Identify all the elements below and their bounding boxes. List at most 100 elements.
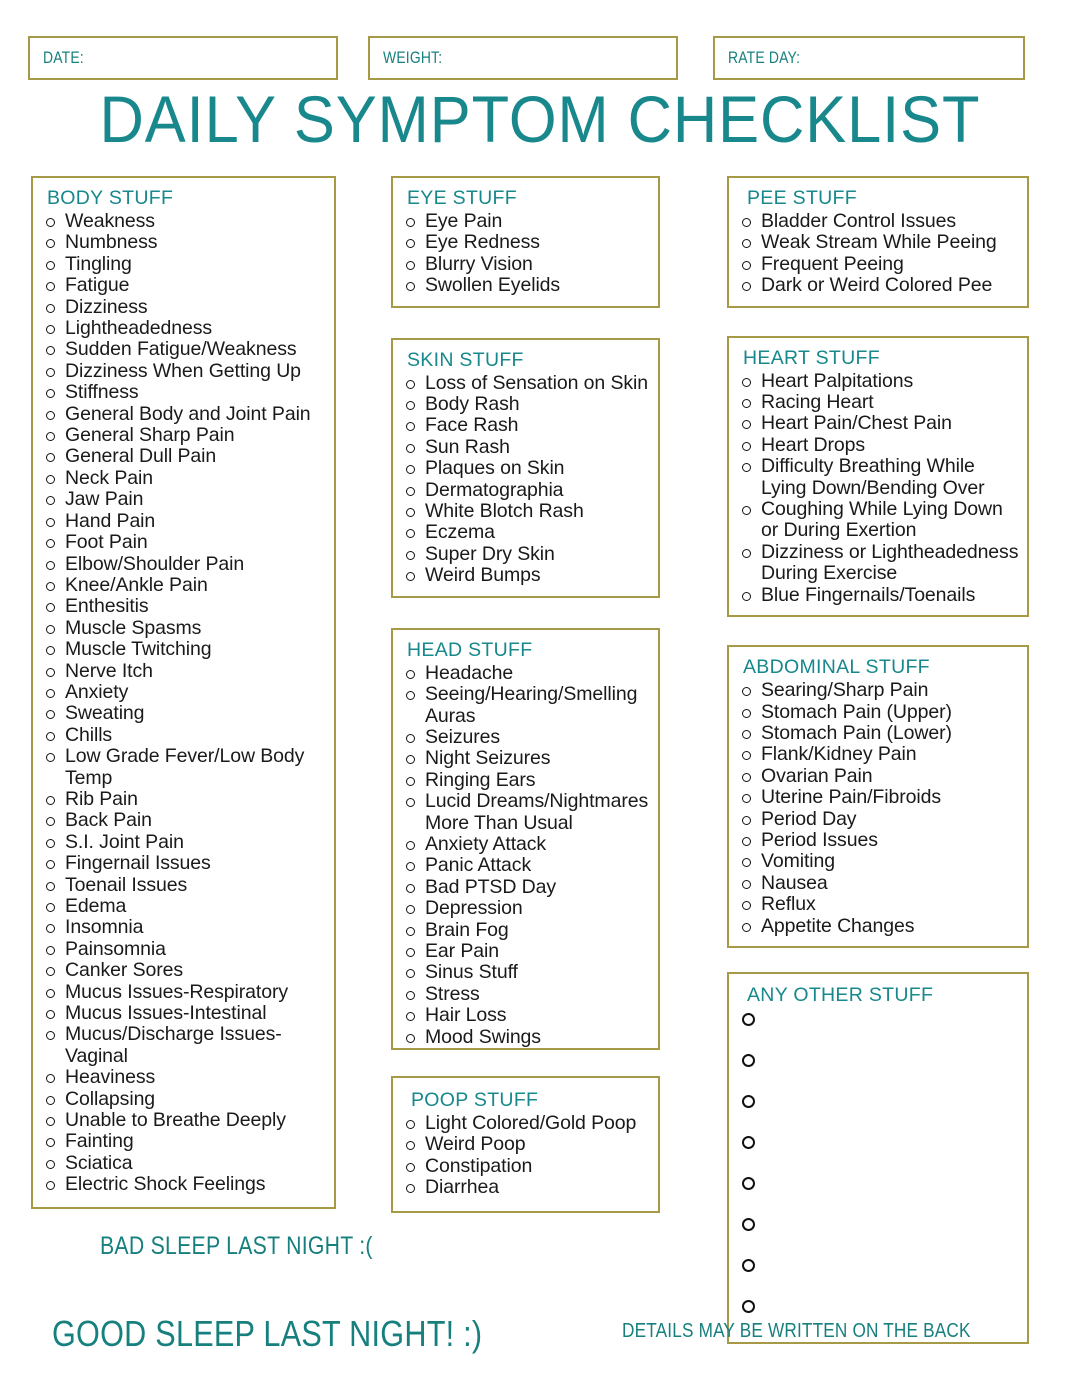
- checklist-item[interactable]: Night Seizures: [401, 747, 652, 769]
- checklist-item[interactable]: Anxiety: [41, 681, 328, 703]
- checklist-item[interactable]: Ear Pain: [401, 940, 652, 962]
- checklist-item[interactable]: Face Rash: [401, 415, 652, 436]
- checklist-item[interactable]: Low Grade Fever/Low Body Temp: [41, 746, 328, 789]
- checklist-item[interactable]: White Blotch Rash: [401, 500, 652, 522]
- checklist-item[interactable]: Painsomnia: [41, 938, 328, 960]
- checklist-item[interactable]: Eczema: [401, 522, 652, 543]
- checklist-item[interactable]: Numbness: [41, 231, 328, 253]
- blank-write-in-row[interactable]: [737, 1213, 1021, 1254]
- checklist-item[interactable]: Jaw Pain: [41, 488, 328, 510]
- checklist-item[interactable]: Heaviness: [41, 1066, 328, 1088]
- bad-sleep-label[interactable]: BAD SLEEP LAST NIGHT :(: [100, 1232, 373, 1261]
- checklist-item[interactable]: Heart Palpitations: [737, 370, 1021, 392]
- checklist-item[interactable]: Sciatica: [41, 1152, 328, 1174]
- checklist-item[interactable]: Light Colored/Gold Poop: [401, 1112, 652, 1134]
- checklist-item[interactable]: Dizziness: [41, 296, 328, 318]
- checklist-item[interactable]: Ringing Ears: [401, 769, 652, 791]
- checklist-item[interactable]: Ovarian Pain: [737, 765, 1021, 787]
- checklist-item[interactable]: Sun Rash: [401, 436, 652, 458]
- checklist-item[interactable]: General Body and Joint Pain: [41, 403, 328, 425]
- checklist-item[interactable]: Dermatographia: [401, 479, 652, 501]
- checklist-item[interactable]: Dark or Weird Colored Pee: [737, 274, 1021, 296]
- checklist-item[interactable]: Lucid Dreams/Nightmares More Than Usual: [401, 790, 652, 834]
- checklist-item[interactable]: Weird Bumps: [401, 564, 652, 586]
- checklist-item[interactable]: General Sharp Pain: [41, 424, 328, 446]
- checklist-item[interactable]: Blue Fingernails/Toenails: [737, 584, 1021, 606]
- checklist-item[interactable]: Rib Pain: [41, 788, 328, 810]
- checklist-item[interactable]: Reflux: [737, 893, 1021, 915]
- checklist-item[interactable]: Anxiety Attack: [401, 833, 652, 855]
- checklist-item[interactable]: Eye Pain: [401, 210, 652, 232]
- checklist-item[interactable]: Hand Pain: [41, 510, 328, 532]
- checklist-item[interactable]: Eye Redness: [401, 231, 652, 253]
- checklist-item[interactable]: Dizziness When Getting Up: [41, 360, 328, 382]
- checklist-item[interactable]: S.I. Joint Pain: [41, 831, 328, 853]
- checklist-item[interactable]: Mucus/Discharge Issues-Vaginal: [41, 1024, 328, 1067]
- weight-field[interactable]: WEIGHT:: [368, 36, 678, 80]
- checklist-item[interactable]: Flank/Kidney Pain: [737, 743, 1021, 765]
- checklist-item[interactable]: Blurry Vision: [401, 253, 652, 275]
- checklist-item[interactable]: Coughing While Lying Down or During Exer…: [737, 498, 1021, 542]
- checklist-item[interactable]: Dizziness or Lightheadedness During Exer…: [737, 541, 1021, 585]
- checklist-item[interactable]: Searing/Sharp Pain: [737, 679, 1021, 701]
- checklist-item[interactable]: Insomnia: [41, 916, 328, 938]
- checklist-item[interactable]: Knee/Ankle Pain: [41, 574, 328, 596]
- blank-write-in-row[interactable]: [737, 1090, 1021, 1131]
- checklist-item[interactable]: Hair Loss: [401, 1004, 652, 1026]
- checklist-item[interactable]: Bladder Control Issues: [737, 210, 1021, 232]
- checklist-item[interactable]: Elbow/Shoulder Pain: [41, 553, 328, 575]
- rate-day-field[interactable]: RATE DAY:: [713, 36, 1025, 80]
- checklist-item[interactable]: Edema: [41, 895, 328, 917]
- checklist-item[interactable]: Panic Attack: [401, 854, 652, 876]
- checklist-item[interactable]: Super Dry Skin: [401, 543, 652, 565]
- blank-write-in-row[interactable]: [737, 1172, 1021, 1213]
- checklist-item[interactable]: Difficulty Breathing While Lying Down/Be…: [737, 456, 1021, 499]
- checklist-item[interactable]: Swollen Eyelids: [401, 274, 652, 296]
- checklist-item[interactable]: Constipation: [401, 1155, 652, 1177]
- checklist-item[interactable]: Lightheadedness: [41, 317, 328, 339]
- checklist-item[interactable]: Heart Drops: [737, 434, 1021, 456]
- checklist-item[interactable]: Stress: [401, 983, 652, 1005]
- checklist-item[interactable]: Period Day: [737, 808, 1021, 830]
- checklist-item[interactable]: Body Rash: [401, 393, 652, 415]
- checklist-item[interactable]: Neck Pain: [41, 467, 328, 489]
- checklist-item[interactable]: Sweating: [41, 702, 328, 724]
- checklist-item[interactable]: Muscle Twitching: [41, 638, 328, 660]
- checklist-item[interactable]: Chills: [41, 724, 328, 746]
- checklist-item[interactable]: Toenail Issues: [41, 874, 328, 896]
- checklist-item[interactable]: Bad PTSD Day: [401, 876, 652, 898]
- good-sleep-label[interactable]: GOOD SLEEP LAST NIGHT! :): [52, 1313, 482, 1355]
- checklist-item[interactable]: Fainting: [41, 1131, 328, 1152]
- checklist-item[interactable]: Unable to Breathe Deeply: [41, 1109, 328, 1131]
- checklist-item[interactable]: Weird Poop: [401, 1133, 652, 1155]
- checklist-item[interactable]: Uterine Pain/Fibroids: [737, 786, 1021, 808]
- checklist-item[interactable]: Electric Shock Feelings: [41, 1173, 328, 1195]
- checklist-item[interactable]: General Dull Pain: [41, 446, 328, 467]
- checklist-item[interactable]: Canker Sores: [41, 959, 328, 981]
- date-field[interactable]: DATE:: [28, 36, 338, 80]
- checklist-item[interactable]: Seeing/Hearing/Smelling Auras: [401, 683, 652, 727]
- checklist-item[interactable]: Stomach Pain (Lower): [737, 722, 1021, 744]
- checklist-item[interactable]: Collapsing: [41, 1088, 328, 1110]
- checklist-item[interactable]: Brain Fog: [401, 919, 652, 941]
- checklist-item[interactable]: Frequent Peeing: [737, 253, 1021, 275]
- blank-write-in-row[interactable]: [737, 1254, 1021, 1295]
- checklist-item[interactable]: Headache: [401, 662, 652, 684]
- checklist-item[interactable]: Diarrhea: [401, 1176, 652, 1198]
- checklist-item[interactable]: Plaques on Skin: [401, 457, 652, 479]
- checklist-item[interactable]: Loss of Sensation on Skin: [401, 372, 652, 394]
- checklist-item[interactable]: Depression: [401, 897, 652, 919]
- checklist-item[interactable]: Nerve Itch: [41, 660, 328, 682]
- checklist-item[interactable]: Heart Pain/Chest Pain: [737, 413, 1021, 434]
- checklist-item[interactable]: Seizures: [401, 726, 652, 748]
- checklist-item[interactable]: Nausea: [737, 872, 1021, 894]
- checklist-item[interactable]: Sudden Fatigue/Weakness: [41, 339, 328, 360]
- checklist-item[interactable]: Enthesitis: [41, 595, 328, 617]
- checklist-item[interactable]: Stiffness: [41, 381, 328, 403]
- checklist-item[interactable]: Sinus Stuff: [401, 961, 652, 983]
- blank-write-in-row[interactable]: [737, 1049, 1021, 1090]
- checklist-item[interactable]: Appetite Changes: [737, 915, 1021, 937]
- checklist-item[interactable]: Vomiting: [737, 850, 1021, 872]
- checklist-item[interactable]: Muscle Spasms: [41, 617, 328, 639]
- checklist-item[interactable]: Racing Heart: [737, 391, 1021, 413]
